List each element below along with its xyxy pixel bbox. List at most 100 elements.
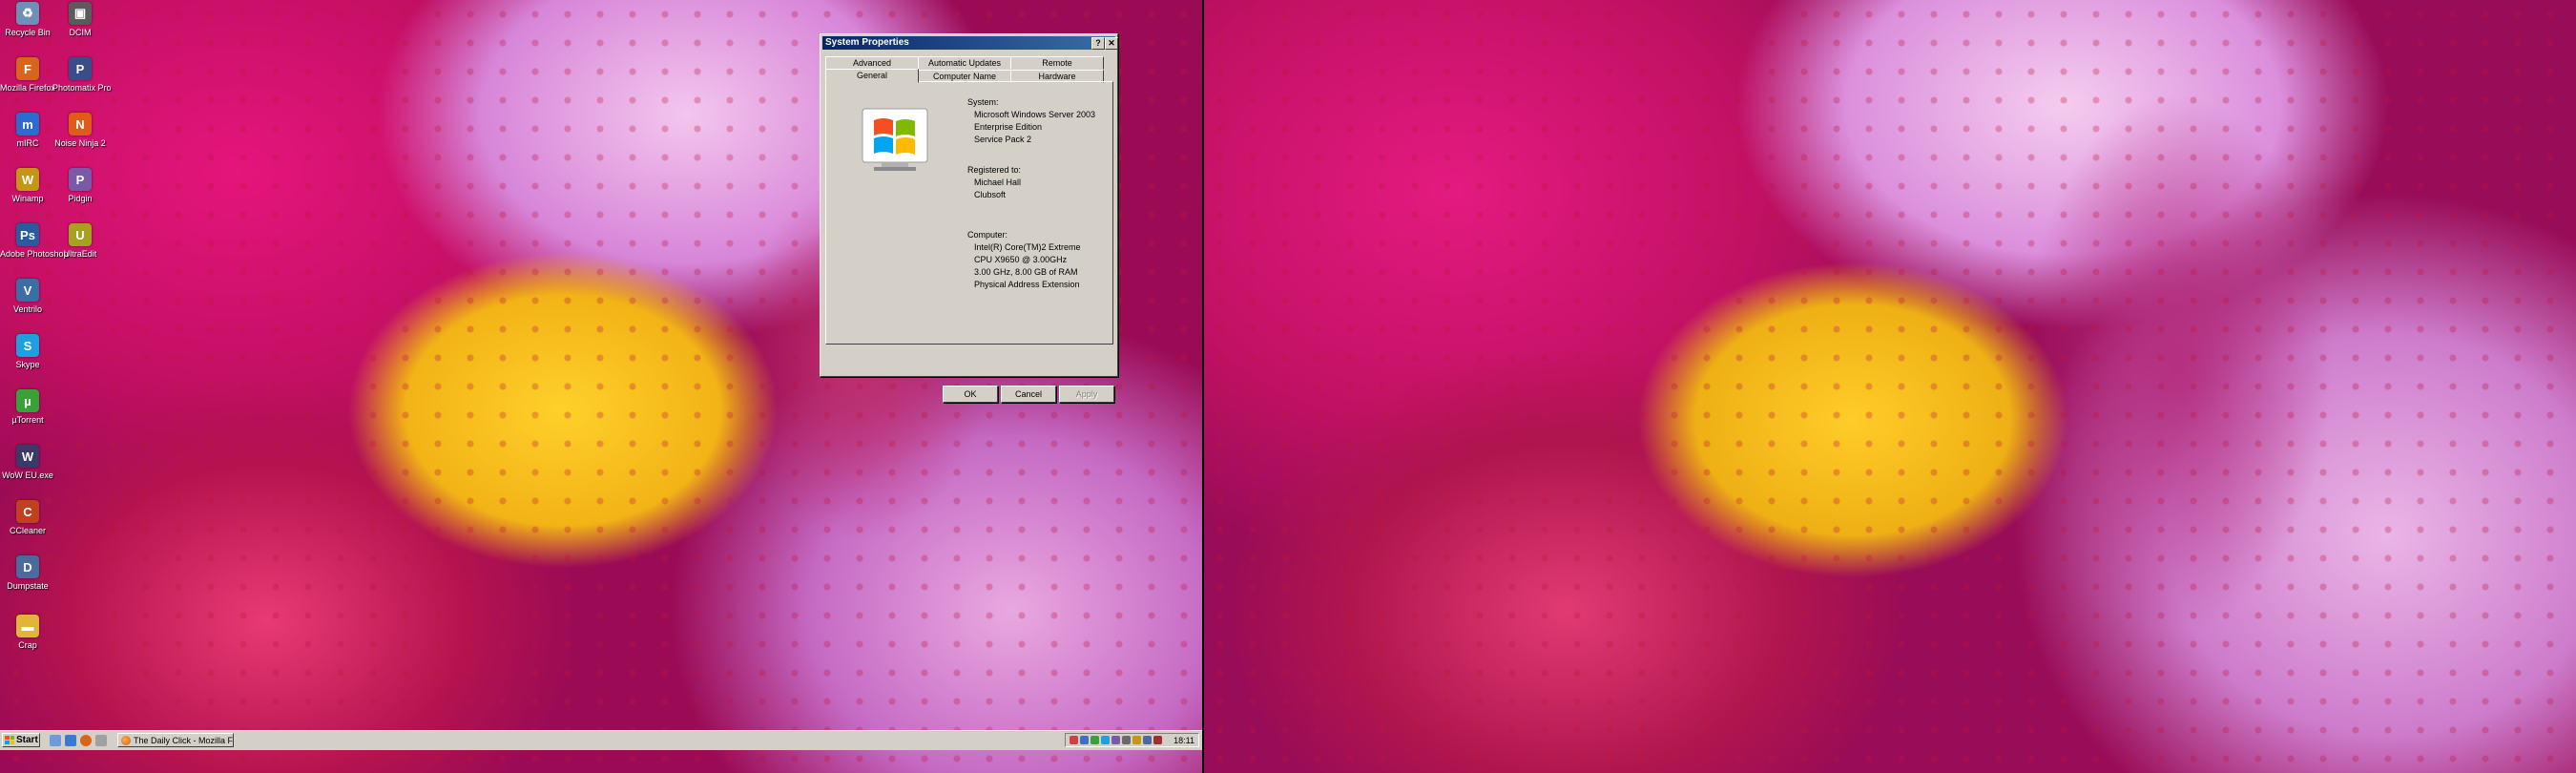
desktop-icon-dumpstate[interactable]: D Dumpstate	[0, 555, 55, 591]
desktop-icon-utorrent[interactable]: µ µTorrent	[0, 389, 55, 425]
tray-app-icon[interactable]	[1132, 736, 1141, 744]
desktop-icon-label: UltraEdit	[63, 249, 97, 259]
tray-app-icon[interactable]	[1080, 736, 1089, 744]
desktop-icon-label: Recycle Bin	[5, 28, 51, 37]
desktop-icon-photoshop[interactable]: Ps Adobe Photoshop	[0, 223, 69, 259]
desktop-icon-ultraedit[interactable]: U UltraEdit	[52, 223, 108, 259]
skype-tray-icon[interactable]	[1101, 736, 1110, 744]
show-desktop-icon[interactable]	[50, 735, 61, 746]
photoshop-icon: Ps	[16, 223, 39, 246]
right-monitor-wallpaper	[1204, 0, 2576, 773]
mirc-icon: m	[16, 113, 39, 136]
desktop-icon-recycle-bin[interactable]: ♻ Recycle Bin	[0, 2, 55, 37]
utorrent-icon: µ	[16, 389, 39, 412]
taskbar-item-label: The Daily Click - Mozilla Fi...	[134, 736, 234, 745]
tray-app-icon[interactable]	[1070, 736, 1078, 744]
system-heading: System:	[967, 97, 999, 107]
dialog-titlebar[interactable]: System Properties ? ✕	[822, 36, 1118, 50]
recycle-bin-icon: ♻	[16, 2, 39, 25]
tab-remote[interactable]: Remote	[1010, 56, 1104, 70]
os-name: Microsoft Windows Server 2003	[974, 110, 1096, 119]
ccleaner-icon: C	[16, 500, 39, 523]
desktop-icon-label: Adobe Photoshop	[0, 249, 69, 259]
desktop-icon-label: Winamp	[11, 194, 44, 203]
pidgin-tray-icon[interactable]	[1111, 736, 1120, 744]
windows-logo-icon	[862, 108, 928, 171]
desktop-icon-label: Dumpstate	[7, 581, 49, 591]
desktop-icon-dcim[interactable]: ▣ DCIM	[52, 2, 108, 37]
desktop-icon-label: Skype	[15, 360, 40, 369]
ventrilo-icon: V	[16, 279, 39, 302]
tab-automatic-updates[interactable]: Automatic Updates	[918, 56, 1011, 70]
cancel-button[interactable]: Cancel	[1001, 386, 1056, 403]
desktop-icon-ventrilo[interactable]: V Ventrilo	[0, 279, 55, 314]
firefox-icon[interactable]	[80, 735, 92, 746]
pidgin-icon: P	[69, 168, 92, 191]
desktop-icon-skype[interactable]: S Skype	[0, 334, 55, 369]
desktop-icon-noise-ninja[interactable]: N Noise Ninja 2	[52, 113, 108, 148]
desktop-icon-label: mIRC	[16, 138, 39, 148]
camera-icon: ▣	[69, 2, 92, 25]
volume-tray-icon[interactable]	[1143, 736, 1152, 744]
help-button[interactable]: ?	[1091, 37, 1105, 50]
ok-button[interactable]: OK	[943, 386, 998, 403]
system-properties-dialog: System Properties ? ✕ Advanced Automatic…	[820, 33, 1118, 403]
quick-launch-icon[interactable]	[95, 735, 107, 746]
system-tray: 18:11	[1065, 733, 1199, 747]
close-icon: ✕	[1108, 38, 1115, 48]
start-label: Start	[16, 735, 38, 745]
utorrent-tray-icon[interactable]	[1091, 736, 1099, 744]
desktop-icon-firefox[interactable]: F Mozilla Firefox	[0, 57, 55, 93]
noise-ninja-icon: N	[69, 113, 92, 136]
desktop-icon-label: WoW EU.exe	[2, 470, 53, 480]
taskbar-item-firefox[interactable]: The Daily Click - Mozilla Fi...	[117, 733, 234, 747]
network-tray-icon[interactable]	[1122, 736, 1131, 744]
folder-icon: ▬	[16, 615, 39, 637]
registered-heading: Registered to:	[967, 165, 1022, 175]
desktop-icon-photomatix[interactable]: P Photomatix Pro	[52, 57, 112, 93]
close-button[interactable]: ✕	[1105, 37, 1118, 50]
dumpstate-icon: D	[16, 555, 39, 578]
desktop-icon-label: Photomatix Pro	[52, 83, 112, 93]
tab-general[interactable]: General	[825, 69, 919, 83]
internet-explorer-icon[interactable]	[65, 735, 76, 746]
tab-advanced[interactable]: Advanced	[825, 56, 919, 70]
desktop-icon-label: Noise Ninja 2	[54, 138, 106, 148]
os-edition: Enterprise Edition	[974, 122, 1043, 132]
desktop-icon-label: DCIM	[69, 28, 92, 37]
registered-organization: Clubsoft	[974, 190, 1007, 199]
tray-app-icon[interactable]	[1153, 736, 1162, 744]
desktop-icon-mirc[interactable]: m mIRC	[0, 113, 55, 148]
taskbar: Start The Daily Click - Mozilla Fi... 18…	[0, 730, 1202, 750]
pae-info: Physical Address Extension	[974, 280, 1080, 289]
desktop-icon-label: Ventrilo	[12, 304, 43, 314]
dialog-title: System Properties	[825, 37, 909, 48]
service-pack: Service Pack 2	[974, 135, 1032, 144]
desktop-icon-pidgin[interactable]: P Pidgin	[52, 168, 108, 203]
start-button[interactable]: Start	[2, 733, 40, 747]
registered-owner: Michael Hall	[974, 178, 1022, 187]
cpu-speed: CPU X9650 @ 3.00GHz	[974, 255, 1068, 264]
windows-flag-icon	[5, 736, 14, 744]
apply-button[interactable]: Apply	[1059, 386, 1114, 403]
left-monitor-wallpaper: ♻ Recycle Bin ▣ DCIM F Mozilla Firefox P…	[0, 0, 1202, 773]
wow-icon: W	[16, 445, 39, 468]
ram-info: 3.00 GHz, 8.00 GB of RAM	[974, 267, 1078, 277]
desktop-icon-label: Crap	[18, 640, 37, 650]
skype-icon: S	[16, 334, 39, 357]
computer-heading: Computer:	[967, 230, 1008, 240]
ultraedit-icon: U	[69, 223, 92, 246]
desktop-icon-label: CCleaner	[9, 526, 47, 535]
desktop-icon-ccleaner[interactable]: C CCleaner	[0, 500, 55, 535]
cpu-model: Intel(R) Core(TM)2 Extreme	[974, 242, 1081, 252]
desktop-icon-label: Mozilla Firefox	[0, 83, 56, 93]
desktop-icon-winamp[interactable]: W Winamp	[0, 168, 55, 203]
orchid-spots-right	[1204, 0, 2576, 773]
desktop-icon-crap-folder[interactable]: ▬ Crap	[0, 615, 55, 650]
photomatix-icon: P	[69, 57, 92, 80]
desktop-icon-wow[interactable]: W WoW EU.exe	[0, 445, 55, 480]
desktop-icon-label: Pidgin	[68, 194, 93, 203]
desktop-icon-label: µTorrent	[11, 415, 44, 425]
clock[interactable]: 18:11	[1174, 735, 1195, 746]
winamp-icon: W	[16, 168, 39, 191]
